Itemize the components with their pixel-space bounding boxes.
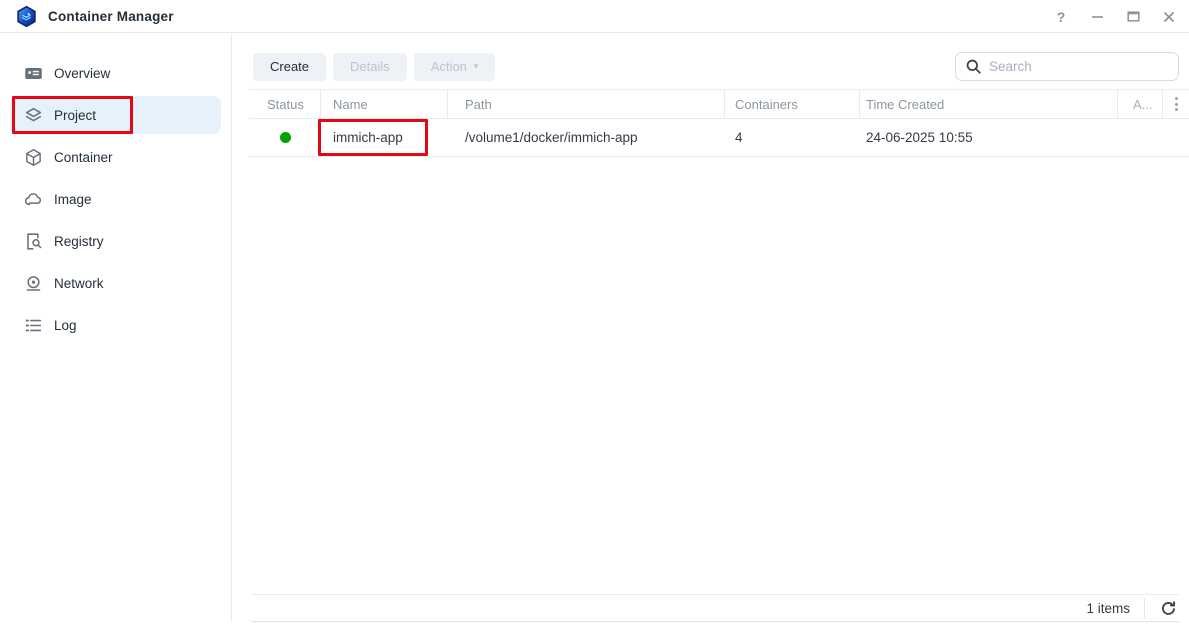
column-header-containers[interactable]: Containers bbox=[725, 90, 860, 118]
search-icon bbox=[965, 58, 982, 75]
sidebar-item-log[interactable]: Log bbox=[10, 306, 221, 344]
sidebar-item-label: Log bbox=[54, 318, 77, 333]
footer-bar: 1 items bbox=[251, 594, 1179, 622]
sidebar-item-network[interactable]: Network bbox=[10, 264, 221, 302]
container-manager-logo-icon bbox=[14, 4, 38, 28]
maximize-icon[interactable] bbox=[1125, 9, 1141, 25]
main-panel: Create Details Action ▾ Status Name Path… bbox=[233, 34, 1189, 628]
help-icon[interactable]: ? bbox=[1053, 9, 1069, 25]
items-count: 1 items bbox=[1086, 601, 1130, 616]
create-button[interactable]: Create bbox=[253, 53, 326, 81]
container-icon bbox=[24, 148, 43, 167]
project-icon bbox=[24, 106, 43, 125]
details-button[interactable]: Details bbox=[333, 53, 407, 81]
sidebar-item-overview[interactable]: Overview bbox=[10, 54, 221, 92]
search-input[interactable] bbox=[989, 59, 1178, 74]
sidebar-item-project[interactable]: Project bbox=[10, 96, 221, 134]
network-icon bbox=[24, 274, 43, 293]
column-header-time-created[interactable]: Time Created bbox=[860, 90, 1118, 118]
sidebar-item-label: Registry bbox=[54, 234, 104, 249]
row-time-created-cell: 24-06-2025 10:55 bbox=[860, 119, 1118, 156]
sidebar-item-label: Image bbox=[54, 192, 92, 207]
titlebar: Container Manager ? bbox=[0, 0, 1189, 33]
column-header-path[interactable]: Path bbox=[448, 90, 725, 118]
minimize-icon[interactable] bbox=[1089, 9, 1105, 25]
table-header: Status Name Path Containers Time Created… bbox=[249, 89, 1189, 119]
registry-icon bbox=[24, 232, 43, 251]
column-header-name[interactable]: Name bbox=[321, 90, 448, 118]
table-row[interactable]: immich-app /volume1/docker/immich-app 4 … bbox=[249, 119, 1189, 157]
sidebar-item-label: Project bbox=[54, 108, 96, 123]
sidebar-item-label: Container bbox=[54, 150, 113, 165]
sidebar-item-image[interactable]: Image bbox=[10, 180, 221, 218]
overview-icon bbox=[24, 64, 43, 83]
row-name-cell: immich-app bbox=[321, 119, 448, 156]
log-icon bbox=[24, 316, 43, 335]
sidebar-item-registry[interactable]: Registry bbox=[10, 222, 221, 260]
column-settings-button[interactable] bbox=[1163, 90, 1189, 118]
action-button-label: Action bbox=[431, 59, 467, 74]
image-icon bbox=[24, 190, 43, 209]
sidebar-item-container[interactable]: Container bbox=[10, 138, 221, 176]
chevron-down-icon: ▾ bbox=[474, 61, 479, 72]
sidebar-item-label: Network bbox=[54, 276, 104, 291]
row-status-cell bbox=[249, 119, 321, 156]
refresh-icon[interactable] bbox=[1157, 597, 1179, 619]
column-header-status[interactable]: Status bbox=[249, 90, 321, 118]
kebab-menu-icon bbox=[1175, 97, 1178, 111]
row-path-cell: /volume1/docker/immich-app bbox=[448, 119, 725, 156]
window-controls: ? bbox=[1053, 0, 1177, 33]
sidebar-item-label: Overview bbox=[54, 66, 110, 81]
close-icon[interactable] bbox=[1161, 9, 1177, 25]
status-running-dot bbox=[280, 132, 291, 143]
search-box bbox=[955, 52, 1179, 81]
footer-divider bbox=[1144, 598, 1145, 618]
action-button[interactable]: Action ▾ bbox=[414, 53, 496, 81]
row-action-cell bbox=[1118, 119, 1163, 156]
sidebar: Overview Project Container Image Registr… bbox=[0, 34, 232, 622]
column-header-action-truncated[interactable]: A... bbox=[1118, 90, 1163, 118]
app-title: Container Manager bbox=[48, 9, 174, 24]
toolbar: Create Details Action ▾ bbox=[253, 52, 1179, 81]
row-menu-cell bbox=[1163, 119, 1189, 156]
project-table: Status Name Path Containers Time Created… bbox=[249, 89, 1189, 157]
row-containers-cell: 4 bbox=[725, 119, 860, 156]
